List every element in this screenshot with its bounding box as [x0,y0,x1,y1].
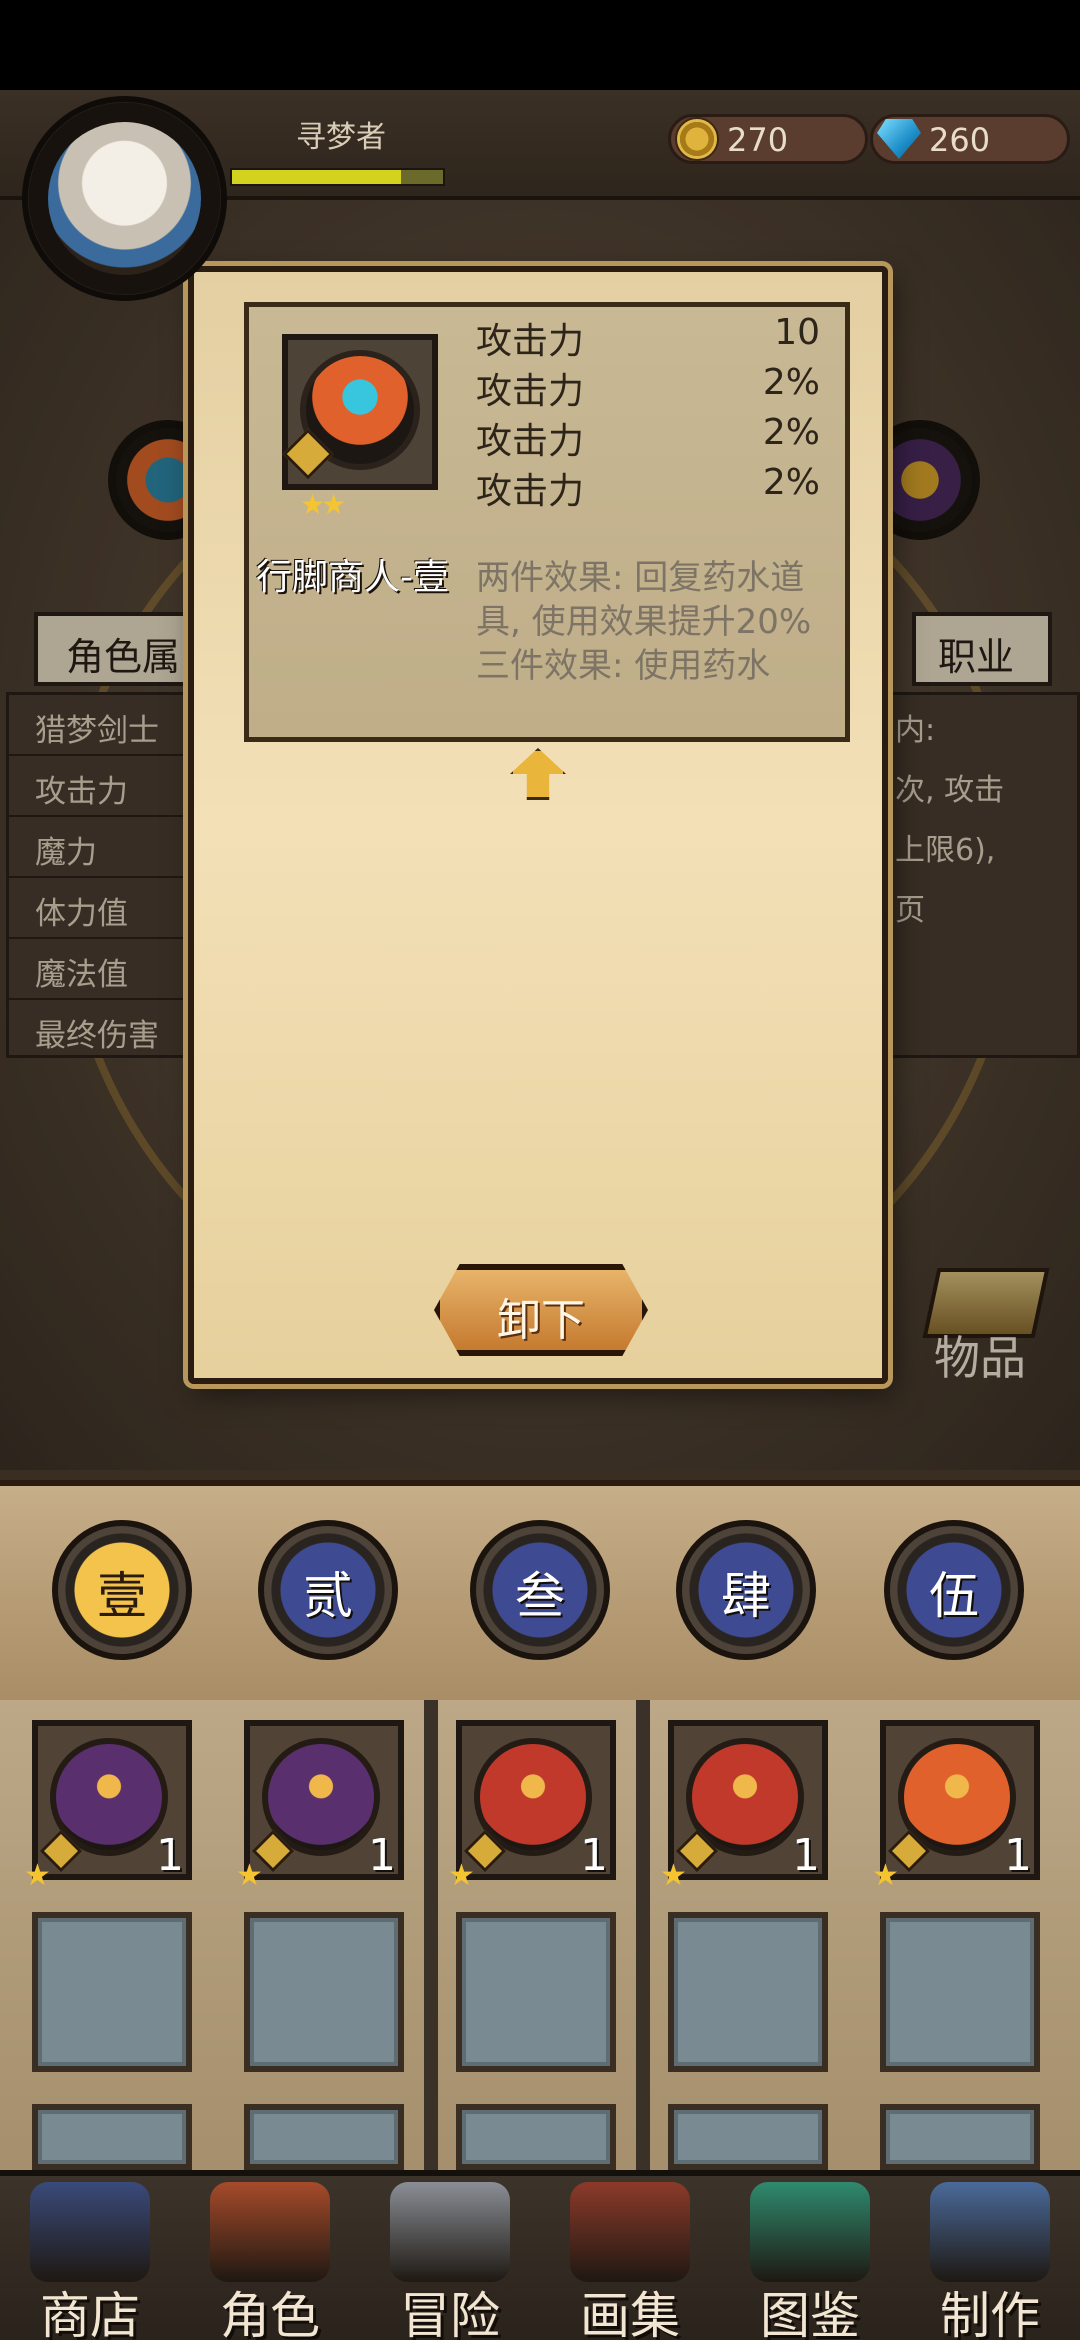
modal-stat-name: 攻击力 [476,471,585,512]
nav-label: 角色 [220,2287,320,2340]
inventory-slot[interactable]: 1 [668,1720,828,1881]
modal-stat-name: 攻击力 [476,371,585,412]
modal-stat-value: 2% [762,412,820,453]
empty-slot[interactable] [244,2104,404,2170]
item-count: 1 [792,1830,820,1881]
set-tab-2[interactable]: 贰 [258,1520,398,1660]
nav-label: 商店 [40,2287,140,2340]
modal-stat-value: 2% [762,362,820,403]
diamond-icon [877,119,921,159]
inventory-slot[interactable]: 1 [880,1720,1040,1881]
item-star: ★ [872,1858,899,1893]
empty-slot[interactable] [244,1912,404,2072]
inventory-divider [424,1700,438,2170]
experience-bar-fill [232,170,401,184]
gold-counter: 270 [668,114,868,164]
unequip-button[interactable]: 卸下 [434,1264,648,1356]
gold-amount: 270 [727,121,789,159]
item-count: 1 [368,1830,396,1881]
gem-amount: 260 [929,121,991,159]
item-count: 1 [1004,1830,1032,1881]
nav-label: 图鉴 [760,2287,860,2340]
avatar[interactable] [48,122,201,275]
nav-label: 冒险 [400,2287,500,2340]
item-star-rating: ★★ [300,488,346,521]
item-star: ★ [236,1858,263,1893]
nav-shop[interactable]: 商店 [0,2178,180,2340]
set-tab-4[interactable]: 肆 [676,1520,816,1660]
cat-mask-icon [210,2182,330,2282]
nav-label: 画集 [580,2287,680,2340]
gem-counter: 260 [870,114,1070,164]
nav-crafting[interactable]: 制作 [900,2178,1080,2340]
modal-stat-name: 攻击力 [476,421,585,462]
inventory-slot[interactable]: 1 [456,1720,616,1881]
empty-slot[interactable] [880,1912,1040,2072]
hammer-icon [930,2182,1050,2282]
nav-codex[interactable]: 图鉴 [720,2178,900,2340]
empty-slot[interactable] [880,2104,1040,2170]
item-star: ★ [660,1858,687,1893]
equipment-set-name: 行脚商人-壹 [256,557,449,598]
empty-slot[interactable] [456,2104,616,2170]
item-count: 1 [580,1830,608,1881]
castle-icon [30,2182,150,2282]
inventory-slot[interactable]: 1 [244,1720,404,1881]
set-tab-1[interactable]: 壹 [52,1520,192,1660]
card-icon [750,2182,870,2282]
item-star: ★ [448,1858,475,1893]
inventory-slot[interactable]: 1 [32,1720,192,1881]
player-name: 寻梦者 [296,120,386,155]
modal-stat-name: 攻击力 [476,321,585,362]
nav-character[interactable]: 角色 [180,2178,360,2340]
nav-gallery[interactable]: 画集 [540,2178,720,2340]
set-tab-5[interactable]: 伍 [884,1520,1024,1660]
nav-label: 制作 [940,2287,1040,2340]
item-count: 1 [156,1830,184,1881]
modal-stat-value: 10 [774,312,820,353]
set-tab-3[interactable]: 叁 [470,1520,610,1660]
modal-stat-value: 2% [762,462,820,503]
experience-bar [230,168,445,186]
empty-slot[interactable] [668,2104,828,2170]
empty-slot[interactable] [32,1912,192,2072]
empty-slot[interactable] [668,1912,828,2072]
book-icon [570,2182,690,2282]
set-effect-description: 两件效果: 回复药水道具, 使用效果提升20% 三件效果: 使用药水 [476,558,812,686]
inventory-divider [636,1700,650,2170]
empty-slot[interactable] [32,2104,192,2170]
item-star: ★ [24,1858,51,1893]
gold-coin-icon [675,117,719,161]
empty-slot[interactable] [456,1912,616,2072]
status-bar [0,0,1080,90]
nav-adventure[interactable]: 冒险 [360,2178,540,2340]
crossed-swords-icon [390,2182,510,2282]
